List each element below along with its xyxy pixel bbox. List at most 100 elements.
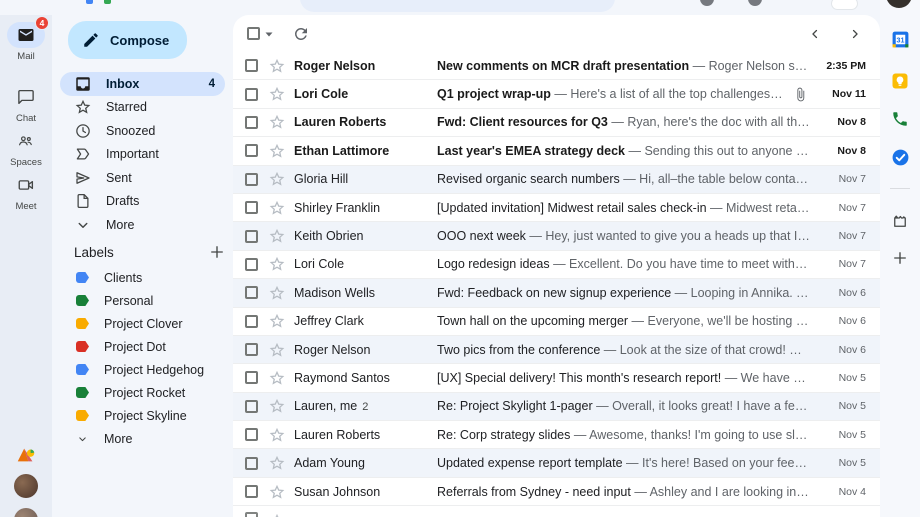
sidebar-item-snoozed[interactable]: Snoozed: [60, 119, 225, 143]
sidebar-item-sent[interactable]: Sent: [60, 166, 225, 190]
compose-button[interactable]: Compose: [68, 21, 188, 59]
side-panel-rail: 31: [880, 0, 920, 517]
email-checkbox[interactable]: [245, 512, 258, 517]
email-checkbox[interactable]: [245, 257, 258, 271]
email-checkbox[interactable]: [245, 371, 258, 385]
email-row[interactable]: Lauren, me 2 Re: Project Skylight 1-pager …: [233, 392, 880, 422]
apps-grid-icon[interactable]: [831, 0, 858, 10]
label-item-project-clover[interactable]: Project Clover: [60, 312, 225, 335]
sidebar-item-drafts[interactable]: Drafts: [60, 190, 225, 214]
sidebar-item-important[interactable]: Important: [60, 143, 225, 167]
star-button[interactable]: [268, 57, 286, 75]
label-item-clients[interactable]: Clients: [60, 266, 225, 289]
rail-item-mail[interactable]: 4 Mail: [0, 16, 52, 62]
email-checkbox[interactable]: [245, 229, 258, 243]
star-button[interactable]: [268, 426, 286, 444]
star-button[interactable]: [268, 142, 286, 160]
settings-icon[interactable]: [748, 0, 762, 6]
star-button[interactable]: [268, 397, 286, 415]
select-all-checkbox[interactable]: [247, 27, 260, 40]
email-checkbox[interactable]: [245, 201, 258, 215]
email-checkbox[interactable]: [245, 144, 258, 158]
older-page-icon[interactable]: [844, 23, 866, 45]
star-button[interactable]: [268, 312, 286, 330]
app-rail: 4 Mail Chat Spaces Meet: [0, 0, 52, 517]
sidebar-item-inbox[interactable]: Inbox 4: [60, 72, 225, 96]
user-avatar-partial[interactable]: [14, 508, 38, 517]
email-row[interactable]: Lauren Roberts Fwd: Client resources for …: [233, 108, 880, 138]
email-checkbox[interactable]: [245, 456, 258, 470]
email-row[interactable]: Shirley Franklin [Updated invitation] Mid…: [233, 193, 880, 223]
side-panel-keep-button[interactable]: [880, 72, 920, 90]
email-sender: Keith Obrien: [294, 229, 364, 244]
sidebar-item-more[interactable]: More: [60, 213, 225, 237]
label-item-project-skyline[interactable]: Project Skyline: [60, 404, 225, 427]
rail-item-meet[interactable]: Meet: [0, 172, 52, 212]
sidebar-item-label: Important: [106, 147, 159, 162]
email-checkbox[interactable]: [245, 87, 258, 101]
side-panel-calendar-button[interactable]: 31: [880, 30, 920, 49]
user-avatar[interactable]: [14, 474, 38, 498]
email-row[interactable]: Roger Nelson Two pics from the conference…: [233, 335, 880, 365]
support-icon[interactable]: [700, 0, 714, 6]
email-row[interactable]: Adam Young Updated expense report templat…: [233, 449, 880, 478]
star-button[interactable]: [268, 341, 286, 359]
star-button[interactable]: [268, 113, 286, 131]
email-row[interactable]: Lori Cole Q1 project wrap-up — Here's a l…: [233, 80, 880, 109]
refresh-icon[interactable]: [292, 25, 310, 43]
email-date: Nov 5: [838, 457, 866, 470]
email-checkbox[interactable]: [245, 59, 258, 73]
star-button[interactable]: [268, 85, 286, 103]
label-item-project-hedgehog[interactable]: Project Hedgehog: [60, 358, 225, 381]
label-item-project-rocket[interactable]: Project Rocket: [60, 381, 225, 404]
side-panel-voice-button[interactable]: [880, 110, 920, 128]
star-button[interactable]: [268, 227, 286, 245]
select-dropdown-icon[interactable]: [264, 29, 274, 39]
side-panel-addons-button[interactable]: [880, 212, 920, 230]
rail-pill: 4: [7, 16, 49, 48]
chat-icon: [17, 88, 35, 106]
email-checkbox[interactable]: [245, 343, 258, 357]
email-row[interactable]: Jeffrey Clark Town hall on the upcoming m…: [233, 307, 880, 336]
draft-icon: [74, 192, 92, 210]
email-row[interactable]: Ethan Lattimore Last year's EMEA strategy…: [233, 137, 880, 166]
label-item-personal[interactable]: Personal: [60, 289, 225, 312]
side-panel-plus-button[interactable]: [880, 249, 920, 267]
rail-item-chat[interactable]: Chat: [0, 84, 52, 124]
email-row[interactable]: Gloria Hill Revised organic search number…: [233, 165, 880, 194]
email-row[interactable]: Susan Johnson Referrals from Sydney - nee…: [233, 477, 880, 507]
star-button[interactable]: [268, 255, 286, 273]
email-checkbox[interactable]: [245, 115, 258, 129]
email-checkbox[interactable]: [245, 399, 258, 413]
add-label-button[interactable]: [208, 243, 226, 261]
email-checkbox[interactable]: [245, 286, 258, 300]
star-button[interactable]: [268, 512, 286, 517]
star-button[interactable]: [268, 199, 286, 217]
star-button[interactable]: [268, 284, 286, 302]
side-panel-tasks-button[interactable]: [880, 148, 920, 167]
email-row[interactable]: Raymond Santos [UX] Special delivery! Thi…: [233, 364, 880, 393]
label-item-project-dot[interactable]: Project Dot: [60, 335, 225, 358]
email-checkbox[interactable]: [245, 172, 258, 186]
email-checkbox[interactable]: [245, 314, 258, 328]
rail-item-label: Mail: [17, 51, 35, 62]
email-row[interactable]: Lori Cole Logo redesign ideas — Excellent…: [233, 250, 880, 280]
email-subject-snippet: Last year's EMEA strategy deck — Sending…: [437, 143, 810, 158]
search-bar[interactable]: [300, 0, 615, 12]
email-row[interactable]: Lauren Roberts Re: Corp strategy slides —…: [233, 421, 880, 450]
label-name: Project Clover: [104, 316, 183, 331]
rail-item-spaces[interactable]: Spaces: [0, 128, 52, 168]
star-button[interactable]: [268, 170, 286, 188]
email-row[interactable]: Keith Obrien OOO next week — Hey, just wa…: [233, 222, 880, 251]
email-checkbox[interactable]: [245, 428, 258, 442]
star-button[interactable]: [268, 454, 286, 472]
newer-page-icon[interactable]: [804, 23, 826, 45]
email-checkbox[interactable]: [245, 485, 258, 499]
star-button[interactable]: [268, 369, 286, 387]
email-row-partial[interactable]: [233, 506, 880, 517]
star-button[interactable]: [268, 483, 286, 501]
label-item-more[interactable]: More: [60, 427, 225, 450]
sidebar-item-starred[interactable]: Starred: [60, 96, 225, 120]
email-row[interactable]: Roger Nelson New comments on MCR draft pr…: [233, 52, 880, 81]
email-row[interactable]: Madison Wells Fwd: Feedback on new signup…: [233, 279, 880, 308]
